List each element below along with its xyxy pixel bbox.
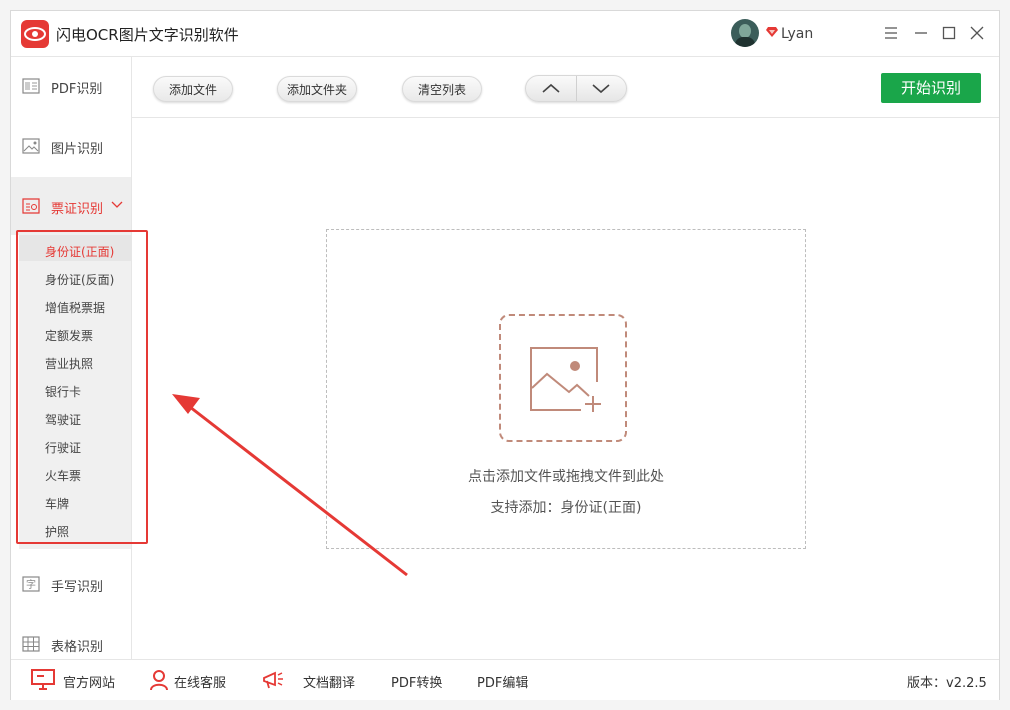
sidebar-item-label: 图片识别: [51, 142, 104, 157]
clear-list-button[interactable]: 清空列表: [402, 76, 482, 102]
ticket-icon: [22, 198, 40, 214]
add-file-button[interactable]: 添加文件: [153, 76, 233, 102]
submenu-item-passport[interactable]: 护照: [45, 523, 69, 540]
handwriting-icon: 字: [22, 576, 40, 592]
chevron-down-icon: [111, 201, 123, 208]
maximize-icon[interactable]: [941, 25, 957, 41]
move-buttons-group: [525, 75, 627, 102]
menu-icon[interactable]: [883, 25, 899, 41]
doc-translate-link[interactable]: 文档翻译: [303, 672, 355, 691]
official-website-link[interactable]: 官方网站: [63, 672, 115, 691]
submenu-item-vat-invoice[interactable]: 增值税票据: [45, 299, 105, 316]
move-up-button[interactable]: [526, 76, 577, 101]
submenu-item-id-front[interactable]: 身份证(正面): [45, 243, 114, 260]
file-drop-zone[interactable]: 点击添加文件或拖拽文件到此处 支持添加：身份证(正面): [326, 229, 806, 549]
pdf-edit-link[interactable]: PDF编辑: [477, 672, 528, 691]
add-folder-button[interactable]: 添加文件夹: [277, 76, 357, 102]
svg-text:字: 字: [26, 578, 36, 591]
pdf-convert-link[interactable]: PDF转换: [391, 672, 442, 691]
close-icon[interactable]: [969, 25, 985, 41]
minimize-icon[interactable]: [913, 25, 929, 41]
vip-diamond-icon: [766, 27, 778, 37]
user-avatar[interactable]: [731, 19, 759, 47]
submenu-item-quota-invoice[interactable]: 定额发票: [45, 327, 93, 344]
upload-image-box[interactable]: [499, 314, 627, 442]
toolbar: 添加文件 添加文件夹 清空列表 开始识别: [132, 57, 999, 118]
sidebar-item-ticket[interactable]: 票证识别: [11, 177, 131, 235]
start-recognition-button[interactable]: 开始识别: [881, 73, 981, 103]
submenu-item-license-plate[interactable]: 车牌: [45, 495, 69, 512]
submenu-item-business-license[interactable]: 营业执照: [45, 355, 93, 372]
submenu-item-train-ticket[interactable]: 火车票: [45, 467, 81, 484]
title-bar: 闪电OCR图片文字识别软件 Lyan: [11, 11, 999, 57]
user-name[interactable]: Lyan: [781, 26, 813, 42]
submenu-item-bank-card[interactable]: 银行卡: [45, 383, 81, 400]
bottom-bar: 官方网站 在线客服 文档翻译 PDF转换 PDF编辑 版本：v2.2.5: [11, 659, 999, 700]
submenu-item-driver-license[interactable]: 驾驶证: [45, 411, 81, 428]
image-icon: [22, 138, 40, 154]
supported-type-text: 支持添加：身份证(正面): [490, 500, 642, 516]
add-image-icon: [530, 347, 601, 412]
sidebar-item-label: 手写识别: [51, 580, 104, 595]
table-icon: [22, 636, 40, 652]
chevron-down-icon: [592, 84, 610, 94]
app-logo-icon: [21, 20, 49, 48]
version-label: 版本：v2.2.5: [907, 676, 987, 691]
submenu-item-id-back[interactable]: 身份证(反面): [45, 271, 114, 288]
app-window: 闪电OCR图片文字识别软件 Lyan PDF识别 图片识别 票证识别 身份证(正…: [10, 10, 1000, 700]
sidebar-item-pdf[interactable]: PDF识别: [11, 57, 131, 115]
online-support-link[interactable]: 在线客服: [174, 672, 226, 691]
customer-service-icon: [150, 670, 168, 691]
sidebar-item-label: 表格识别: [51, 640, 104, 655]
sidebar-item-image[interactable]: 图片识别: [11, 117, 131, 175]
sidebar-item-label: 票证识别: [51, 202, 104, 217]
pdf-icon: [22, 78, 40, 94]
sidebar-item-handwriting[interactable]: 字 手写识别: [11, 555, 131, 613]
sidebar: PDF识别 图片识别 票证识别 身份证(正面) 身份证(反面) 增值税票据 定额…: [11, 57, 132, 659]
chevron-up-icon: [542, 83, 560, 93]
sidebar-item-label: PDF识别: [51, 82, 103, 97]
app-title: 闪电OCR图片文字识别软件: [56, 26, 239, 44]
drop-hint-text: 点击添加文件或拖拽文件到此处: [468, 469, 664, 485]
submenu-item-vehicle-license[interactable]: 行驶证: [45, 439, 81, 456]
megaphone-icon: [263, 671, 283, 689]
monitor-icon: [31, 669, 55, 690]
move-down-button[interactable]: [576, 76, 626, 101]
